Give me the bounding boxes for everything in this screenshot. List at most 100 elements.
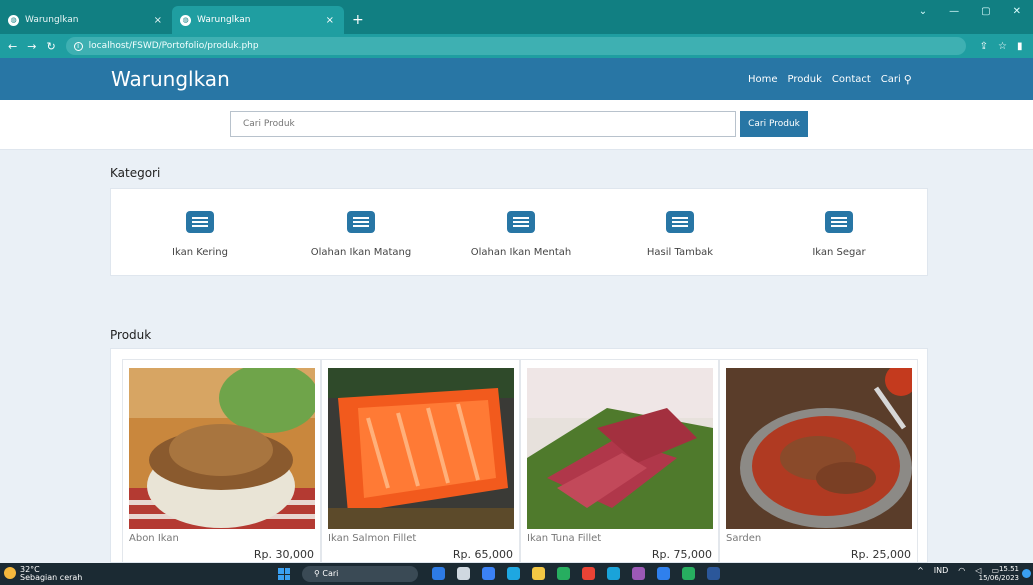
taskbar-apps <box>432 567 720 580</box>
tab-search-icon[interactable]: ⌄ <box>919 6 927 17</box>
product-item-abon-ikan[interactable]: Abon Ikan Rp. 30,000 <box>122 359 321 562</box>
globe-icon: ◍ <box>180 14 191 26</box>
taskbar-search-label: Cari <box>322 569 339 578</box>
edge-icon[interactable] <box>507 567 520 580</box>
product-image[interactable] <box>129 368 315 529</box>
produk-card: Abon Ikan Rp. 30,000 Ikan Salmon Fillet … <box>110 348 928 563</box>
list-icon <box>507 211 535 233</box>
folder-icon[interactable] <box>532 567 545 580</box>
minimize-icon[interactable]: — <box>949 6 959 17</box>
category-label: Ikan Kering <box>172 247 228 258</box>
tab-title: Warunglkan <box>25 15 79 25</box>
vscode-icon[interactable] <box>657 567 670 580</box>
product-name: Sarden <box>726 533 762 544</box>
app-icon[interactable] <box>682 567 695 580</box>
product-image[interactable] <box>726 368 912 529</box>
wifi-icon[interactable]: ◠ <box>958 566 965 575</box>
star-icon[interactable]: ☆ <box>998 41 1007 52</box>
chrome-icon[interactable] <box>582 567 595 580</box>
menu-cari[interactable]: Cari ⚲ <box>881 73 912 86</box>
list-icon <box>186 211 214 233</box>
share-icon[interactable]: ⇪ <box>980 41 988 52</box>
window-controls: ⌄ — ▢ ✕ <box>919 0 1033 22</box>
notification-icon[interactable] <box>1022 569 1031 578</box>
tray-chevron-icon[interactable]: ^ <box>917 566 924 575</box>
product-price: Rp. 25,000 <box>850 548 911 561</box>
browser-tab-active[interactable]: ◍ Warunglkan × <box>172 6 344 34</box>
forward-icon[interactable]: → <box>27 40 36 53</box>
app-icon[interactable] <box>482 567 495 580</box>
taskbar-clock[interactable]: 15.51 15/06/2023 <box>979 565 1019 583</box>
category-label: Olahan Ikan Mentah <box>470 247 572 258</box>
globe-icon: ◍ <box>8 14 19 26</box>
category-label: Hasil Tambak <box>646 247 714 258</box>
product-image[interactable] <box>328 368 514 529</box>
word-icon[interactable] <box>707 567 720 580</box>
category-item-hasil-tambak[interactable]: Hasil Tambak <box>600 211 760 258</box>
url-field[interactable]: i localhost/FSWD/Portofolio/produk.php <box>65 37 966 55</box>
weather-widget[interactable]: 32°C Sebagian cerah <box>4 566 83 582</box>
menu-home[interactable]: Home <box>748 73 778 86</box>
site-navbar: Warunglkan Home Produk Contact Cari ⚲ <box>0 58 1033 100</box>
sidebar-icon[interactable]: ▮ <box>1017 41 1023 52</box>
product-item-ikan-tuna-fillet[interactable]: Ikan Tuna Fillet Rp. 75,000 <box>520 359 719 562</box>
list-icon <box>825 211 853 233</box>
tab-close-icon[interactable]: × <box>154 15 162 26</box>
kategori-card: Ikan Kering Olahan Ikan Matang Olahan Ik… <box>110 188 928 276</box>
product-name: Ikan Tuna Fillet <box>527 533 602 544</box>
browser-extensions: ⇪ ☆ ▮ ⋮ <box>980 39 1033 53</box>
app-icon[interactable] <box>607 567 620 580</box>
address-bar: ← → ↻ i localhost/FSWD/Portofolio/produk… <box>0 34 1033 58</box>
browser-tab[interactable]: ◍ Warunglkan × <box>0 6 172 34</box>
os-taskbar: 32°C Sebagian cerah ⚲ Cari ^ IND ◠ ◁ ▭ 1… <box>0 563 1033 585</box>
list-icon <box>347 211 375 233</box>
app-icon[interactable] <box>557 567 570 580</box>
reload-icon[interactable]: ↻ <box>46 40 55 53</box>
main-menu: Home Produk Contact Cari ⚲ <box>748 73 912 86</box>
info-icon[interactable]: i <box>73 41 83 51</box>
clock-time: 15.51 <box>998 565 1019 573</box>
windows-start-icon[interactable] <box>278 568 290 580</box>
list-icon <box>666 211 694 233</box>
search-button[interactable]: Cari Produk <box>740 111 808 137</box>
category-label: Ikan Segar <box>812 247 866 258</box>
close-window-icon[interactable]: ✕ <box>1013 6 1021 17</box>
category-item-olahan-ikan-matang[interactable]: Olahan Ikan Matang <box>281 211 441 258</box>
taskbar-search[interactable]: ⚲ Cari <box>302 566 418 582</box>
clock-date: 15/06/2023 <box>978 574 1019 582</box>
category-item-olahan-ikan-mentah[interactable]: Olahan Ikan Mentah <box>441 211 601 258</box>
category-item-ikan-segar[interactable]: Ikan Segar <box>759 211 919 258</box>
product-item-sarden[interactable]: Sarden Rp. 25,000 <box>719 359 918 562</box>
new-tab-button[interactable]: + <box>352 12 364 28</box>
tab-title: Warunglkan <box>197 15 251 25</box>
weather-icon <box>4 567 16 579</box>
product-image[interactable] <box>527 368 713 529</box>
maximize-icon[interactable]: ▢ <box>981 6 990 17</box>
app-icon[interactable] <box>457 567 470 580</box>
back-icon[interactable]: ← <box>8 40 17 53</box>
product-item-ikan-salmon-fillet[interactable]: Ikan Salmon Fillet Rp. 65,000 <box>321 359 520 562</box>
produk-title: Produk <box>110 328 152 342</box>
menu-produk[interactable]: Produk <box>788 73 822 86</box>
product-price: Rp. 75,000 <box>651 548 712 561</box>
category-item-ikan-kering[interactable]: Ikan Kering <box>120 211 280 258</box>
language-indicator[interactable]: IND <box>934 566 949 575</box>
app-icon[interactable] <box>432 567 445 580</box>
url-text: localhost/FSWD/Portofolio/produk.php <box>88 41 259 51</box>
weather-desc: Sebagian cerah <box>20 573 83 582</box>
kategori-title: Kategori <box>110 166 161 180</box>
search-strip: Cari Produk <box>0 100 1033 150</box>
category-label: Olahan Ikan Matang <box>310 247 412 258</box>
nav-buttons: ← → ↻ <box>8 40 56 53</box>
brand-logo[interactable]: Warunglkan <box>111 67 230 91</box>
product-price: Rp. 30,000 <box>253 548 314 561</box>
product-price: Rp. 65,000 <box>452 548 513 561</box>
menu-contact[interactable]: Contact <box>832 73 871 86</box>
menu-cari-label: Cari <box>880 74 901 85</box>
app-icon[interactable] <box>632 567 645 580</box>
search-input[interactable] <box>230 111 736 137</box>
tab-close-icon[interactable]: × <box>326 15 334 26</box>
search-icon: ⚲ <box>903 73 912 86</box>
product-name: Abon Ikan <box>129 533 179 544</box>
browser-tabbar: ◍ Warunglkan × ◍ Warunglkan × + <box>0 0 1033 34</box>
